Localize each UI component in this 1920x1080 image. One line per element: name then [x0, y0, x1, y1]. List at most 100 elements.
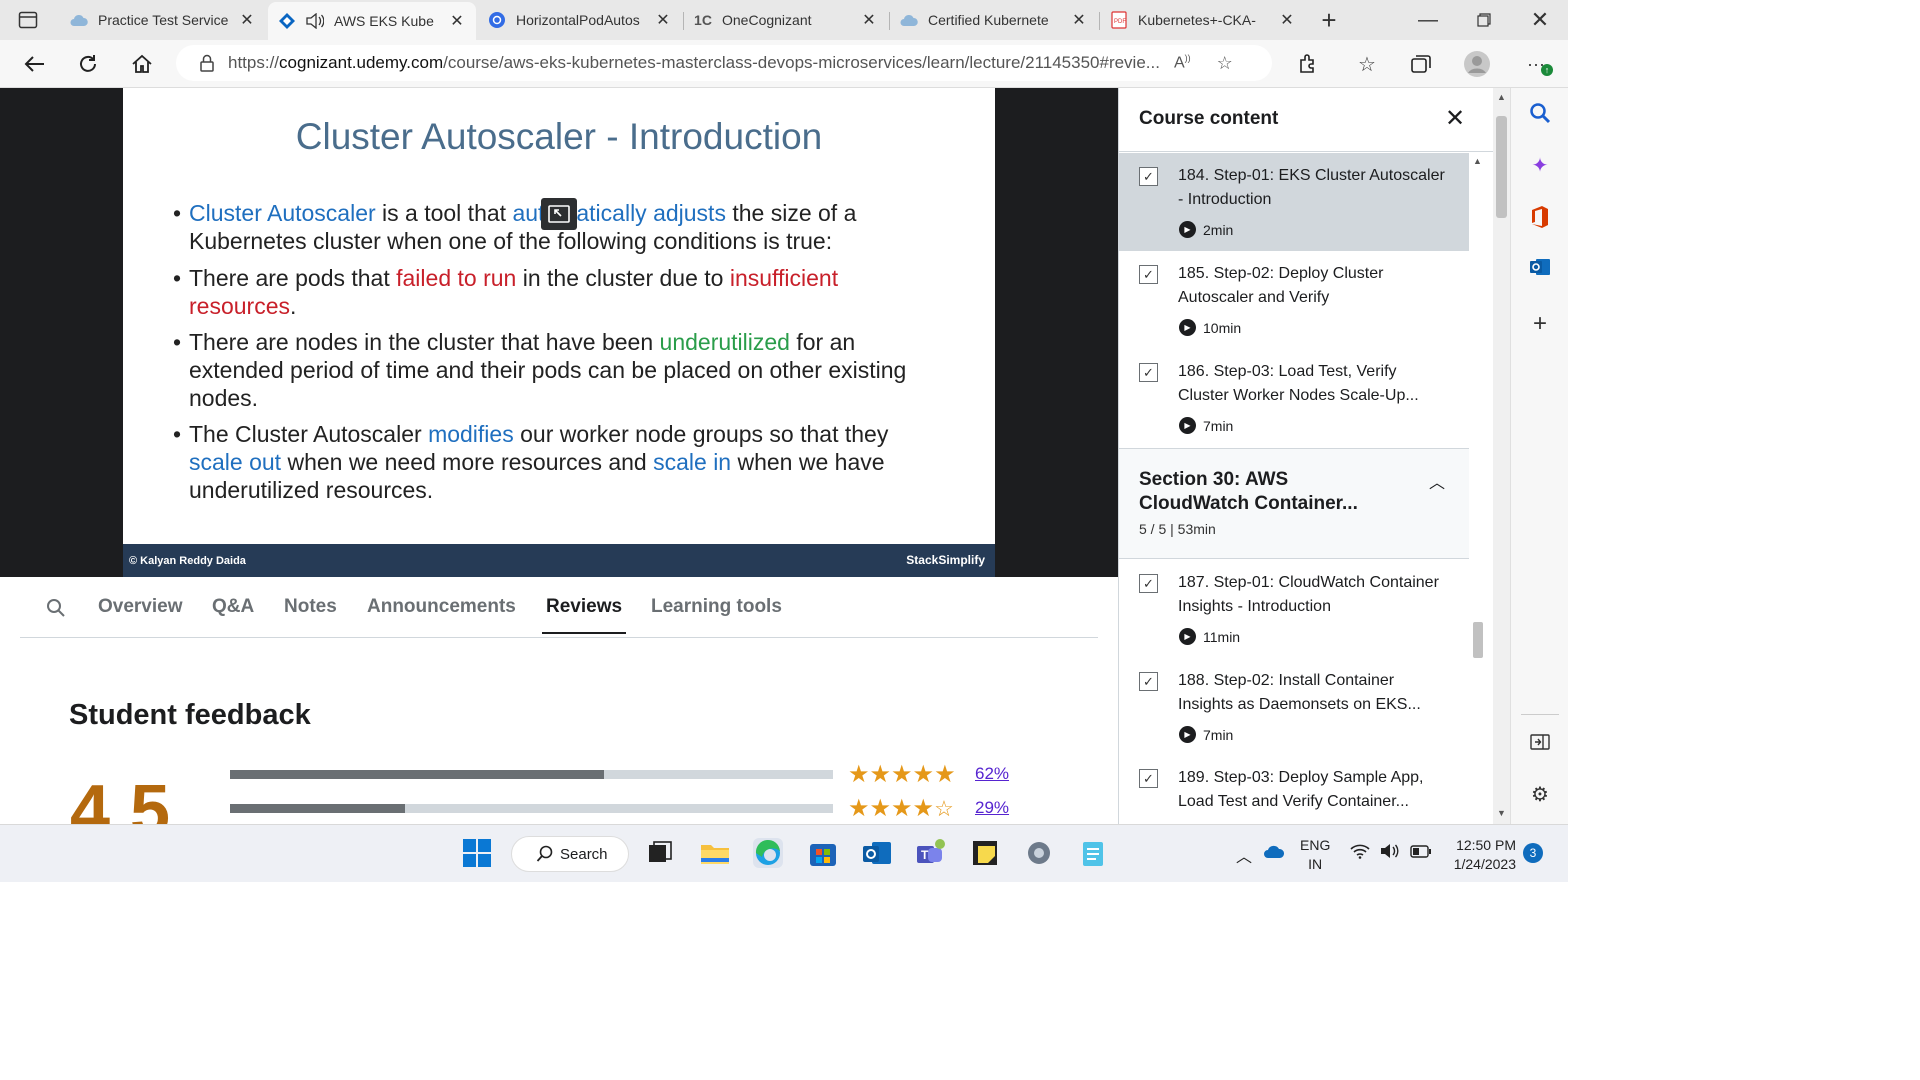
search-icon[interactable]: [46, 598, 66, 638]
browser-toolbar: https://cognizant.udemy.com/course/aws-e…: [0, 40, 1568, 88]
close-tab-icon[interactable]: ✕: [860, 10, 878, 30]
teams-icon[interactable]: T: [916, 838, 946, 868]
taskbar-search[interactable]: Search: [511, 836, 629, 872]
cloud-icon: [900, 11, 918, 29]
wifi-icon[interactable]: [1350, 843, 1370, 864]
tab-overview[interactable]: Overview: [98, 596, 183, 632]
checkbox-icon[interactable]: ✓: [1139, 265, 1158, 284]
store-icon[interactable]: [808, 838, 838, 868]
close-tab-icon[interactable]: ✕: [448, 11, 466, 31]
battery-icon[interactable]: [1410, 845, 1432, 862]
scroll-up-arrow-icon[interactable]: ▲: [1473, 156, 1482, 166]
browser-tab[interactable]: Practice Test Service ✕: [60, 4, 266, 36]
windows-taskbar: Search T ︿ ENG IN 12:50 PM 1/24/2023 3: [0, 824, 1568, 882]
checkbox-icon[interactable]: ✓: [1139, 769, 1158, 788]
copilot-icon[interactable]: ✦: [1528, 154, 1552, 178]
browser-tab[interactable]: HorizontalPodAutos ✕: [478, 4, 682, 36]
scroll-up-arrow-icon[interactable]: ▲: [1497, 92, 1506, 102]
gear-icon[interactable]: ⚙: [1528, 783, 1552, 807]
close-tab-icon[interactable]: ✕: [1278, 10, 1296, 30]
minimize-button[interactable]: —: [1410, 4, 1446, 36]
browser-tab[interactable]: AWS EKS Kube ✕: [268, 2, 476, 40]
browser-tab[interactable]: Certified Kubernete ✕: [890, 4, 1098, 36]
slide-copyright: © Kalyan Reddy Daida: [129, 555, 246, 567]
scroll-down-arrow-icon[interactable]: ▼: [1497, 808, 1506, 818]
rating-percent-4[interactable]: 29%: [975, 798, 1009, 818]
refresh-icon[interactable]: [70, 48, 106, 80]
close-tab-icon[interactable]: ✕: [654, 10, 672, 30]
hide-sidebar-icon[interactable]: [1528, 732, 1552, 756]
close-tab-icon[interactable]: ✕: [1070, 10, 1088, 30]
tab-qa[interactable]: Q&A: [212, 596, 254, 632]
task-view-icon[interactable]: [645, 838, 675, 868]
volume-icon[interactable]: [1380, 843, 1400, 862]
close-tab-icon[interactable]: ✕: [238, 10, 256, 30]
svg-text:PDF: PDF: [1114, 19, 1126, 25]
clock-time: 12:50 PM: [1456, 837, 1516, 853]
lock-icon[interactable]: [200, 54, 214, 72]
browser-tab[interactable]: PDF Kubernetes+-CKA- ✕: [1100, 4, 1306, 36]
tab-learning-tools[interactable]: Learning tools: [651, 596, 782, 632]
checkbox-icon[interactable]: ✓: [1139, 167, 1158, 186]
rating-bar-5[interactable]: [230, 770, 833, 779]
video-player[interactable]: Cluster Autoscaler - Introduction • Clust…: [0, 88, 1118, 577]
office-icon[interactable]: [1528, 205, 1552, 229]
browser-tab[interactable]: 1C OneCognizant ✕: [684, 4, 888, 36]
tab-announcements[interactable]: Announcements: [367, 596, 516, 632]
settings-more-icon[interactable]: ··· ↑: [1518, 48, 1554, 80]
extensions-icon[interactable]: [1290, 48, 1326, 80]
section-header[interactable]: Section 30: AWS CloudWatch Container... …: [1119, 448, 1469, 559]
audio-playing-icon[interactable]: [306, 12, 324, 30]
lecture-item[interactable]: ✓ 189. Step-03: Deploy Sample App, Load …: [1119, 755, 1469, 824]
chevron-up-icon[interactable]: ︿: [1236, 843, 1252, 867]
browser-tab-label: OneCognizant: [722, 12, 812, 28]
file-explorer-icon[interactable]: [700, 838, 730, 868]
tab-actions-icon[interactable]: [10, 4, 46, 36]
new-tab-button[interactable]: +: [1311, 4, 1347, 36]
outlook-icon[interactable]: [1528, 256, 1552, 280]
lecture-item[interactable]: ✓ 188. Step-02: Install Container Insigh…: [1119, 658, 1469, 756]
tab-reviews[interactable]: Reviews: [542, 596, 627, 634]
close-window-button[interactable]: ✕: [1522, 4, 1558, 36]
read-aloud-icon[interactable]: A)): [1174, 53, 1191, 72]
checkbox-icon[interactable]: ✓: [1139, 574, 1158, 593]
url-host: cognizant.udemy.com: [279, 53, 444, 72]
collections-icon[interactable]: [1403, 48, 1439, 80]
lecture-item[interactable]: ✓ 187. Step-01: CloudWatch Container Ins…: [1119, 560, 1469, 658]
profile-avatar[interactable]: [1459, 48, 1495, 80]
favorite-add-icon[interactable]: ☆: [1217, 53, 1233, 74]
sticky-notes-icon[interactable]: [970, 838, 1000, 868]
home-icon[interactable]: [124, 48, 160, 80]
tab-notes[interactable]: Notes: [284, 596, 337, 632]
onedrive-icon[interactable]: [1263, 844, 1285, 863]
language-indicator[interactable]: ENG IN: [1300, 836, 1330, 874]
lecture-item[interactable]: ✓ 185. Step-02: Deploy Cluster Autoscale…: [1119, 251, 1469, 349]
scroll-thumb[interactable]: [1496, 116, 1507, 218]
settings-icon[interactable]: [1024, 838, 1054, 868]
address-bar[interactable]: https://cognizant.udemy.com/course/aws-e…: [176, 45, 1272, 81]
page-scrollbar[interactable]: ▲ ▼: [1493, 88, 1510, 824]
notification-badge[interactable]: 3: [1523, 843, 1543, 863]
back-icon[interactable]: [16, 48, 52, 80]
rating-percent-5[interactable]: 62%: [975, 764, 1009, 784]
bing-search-icon[interactable]: [1528, 102, 1552, 126]
scroll-thumb[interactable]: [1473, 622, 1483, 658]
clock[interactable]: 12:50 PM 1/24/2023: [1446, 836, 1516, 874]
lecture-item[interactable]: ✓ 184. Step-01: EKS Cluster Autoscaler -…: [1119, 153, 1469, 251]
edge-icon[interactable]: [753, 838, 783, 868]
checkbox-icon[interactable]: ✓: [1139, 672, 1158, 691]
favorites-icon[interactable]: ☆: [1349, 48, 1385, 80]
notepad-icon[interactable]: [1078, 838, 1108, 868]
sidebar-scrollbar[interactable]: ▲: [1471, 152, 1485, 824]
outlook-taskbar-icon[interactable]: [862, 838, 892, 868]
checkbox-icon[interactable]: ✓: [1139, 363, 1158, 382]
url-path: /course/aws-eks-kubernetes-masterclass-d…: [443, 53, 1160, 72]
restore-button[interactable]: [1466, 4, 1502, 36]
add-icon[interactable]: +: [1528, 312, 1552, 336]
close-icon[interactable]: ✕: [1445, 104, 1465, 133]
lecture-item[interactable]: ✓ 186. Step-03: Load Test, Verify Cluste…: [1119, 349, 1469, 447]
chevron-up-icon[interactable]: ︿: [1429, 469, 1445, 493]
windows-start-icon[interactable]: [462, 838, 492, 868]
exit-fullscreen-icon[interactable]: [541, 198, 577, 230]
rating-bar-4[interactable]: [230, 804, 833, 813]
